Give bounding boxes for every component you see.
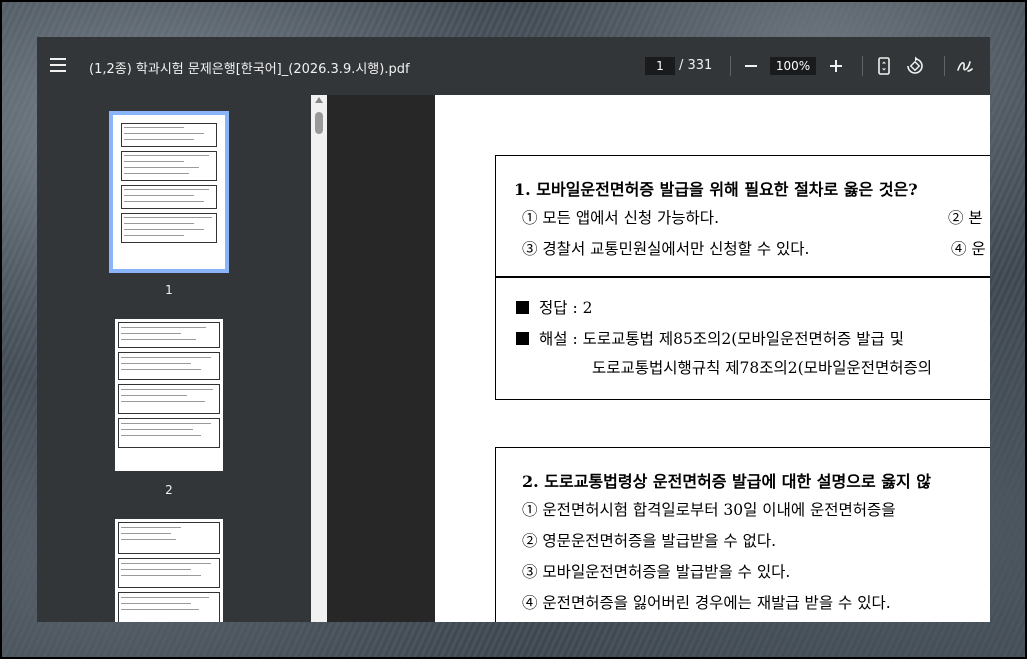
thumb-text-line: [121, 395, 187, 396]
question-2-option-2: ② 영문운전면허증을 발급받을 수 없다.: [522, 532, 777, 550]
question-1-option-2: ② 본: [948, 209, 983, 227]
thumbnail-label: 1: [165, 283, 173, 297]
thumb-text-line: [124, 223, 194, 224]
thumb-text-line: [124, 133, 204, 134]
zoom-out-icon[interactable]: [740, 55, 762, 77]
question-2-option-1: ① 운전면허시험 합격일로부터 30일 이내에 운전면허증을: [522, 501, 896, 519]
fit-page-icon[interactable]: [873, 55, 895, 77]
thumb-text-line: [124, 161, 184, 162]
thumb-text-line: [121, 575, 201, 576]
divider: [730, 56, 731, 76]
bullet-square-icon: [516, 301, 529, 314]
thumb-text-line: [121, 389, 213, 390]
thumb-text-line: [124, 229, 204, 230]
thumb-text-line: [121, 527, 181, 528]
page-thumbnail-2[interactable]: [115, 319, 223, 471]
thumb-text-line: [121, 435, 201, 436]
thumb-text-line: [121, 533, 171, 534]
thumb-text-line: [124, 173, 189, 174]
question-2-option-3: ③ 모바일운전면허증을 발급받을 수 있다.: [522, 563, 791, 581]
bullet-square-icon: [516, 332, 529, 345]
document-view: 1. 모바일운전면허증 발급을 위해 필요한 절차로 옳은 것은? ① 모든 앱…: [327, 95, 990, 622]
thumb-text-line: [121, 539, 176, 540]
thumb-text-line: [121, 369, 201, 370]
thumb-question-box: [118, 322, 220, 348]
zoom-in-icon[interactable]: [825, 55, 847, 77]
scroll-up-arrow-icon[interactable]: [315, 97, 323, 103]
question-2-title: 2. 도로교통법령상 운전면허증 발급에 대한 설명으로 옳지 않: [522, 472, 931, 491]
question-1-explanation: 해설 : 도로교통법 제85조의2(모바일운전면허증 발급 및: [516, 327, 904, 349]
thumb-text-line: [121, 597, 209, 598]
thumb-text-line: [121, 609, 199, 610]
draw-icon[interactable]: [954, 55, 976, 77]
question-1-answer: 정답 : 2: [516, 296, 592, 318]
answer-text: 정답 : 2: [539, 299, 593, 317]
zoom-input[interactable]: 100%: [770, 57, 816, 75]
divider: [944, 56, 945, 76]
pdf-viewer-window: (1,2종) 학과시험 문제은행[한국어]_(2026.3.9.시행).pdf …: [37, 37, 990, 622]
explanation-text-1: 해설 : 도로교통법 제85조의2(모바일운전면허증 발급 및: [539, 330, 904, 348]
thumb-text-line: [124, 235, 184, 236]
thumb-text-line: [121, 429, 193, 430]
thumbnail-sidebar: 1 2: [37, 95, 327, 622]
thumb-text-line: [121, 357, 211, 358]
thumb-text-line: [124, 201, 204, 202]
question-1-option-1: ① 모든 앱에서 신청 가능하다.: [522, 209, 719, 227]
divider: [496, 276, 990, 278]
page-thumbnail-3[interactable]: [115, 519, 223, 622]
thumb-text-line: [121, 603, 191, 604]
thumb-text-line: [124, 195, 194, 196]
question-1-explanation-2: 도로교통법시행규칙 제78조의2(모바일운전면허증의: [592, 359, 933, 377]
page-number-input[interactable]: 1: [645, 57, 675, 75]
document-title: (1,2종) 학과시험 문제은행[한국어]_(2026.3.9.시행).pdf: [89, 62, 410, 77]
thumb-text-line: [121, 569, 191, 570]
question-2-option-4: ④ 운전면허증을 잃어버린 경우에는 재발급 받을 수 있다.: [522, 594, 891, 612]
pdf-page: 1. 모바일운전면허증 발급을 위해 필요한 절차로 옳은 것은? ① 모든 앱…: [435, 95, 990, 622]
sidebar-scrollbar[interactable]: [311, 95, 327, 622]
question-1-option-3: ③ 경찰서 교통민원실에서만 신청할 수 있다.: [522, 240, 810, 258]
toolbar: (1,2종) 학과시험 문제은행[한국어]_(2026.3.9.시행).pdf …: [37, 37, 990, 95]
thumb-text-line: [121, 401, 205, 402]
thumb-text-line: [124, 139, 194, 140]
question-1-box: 1. 모바일운전면허증 발급을 위해 필요한 절차로 옳은 것은? ① 모든 앱…: [495, 155, 990, 400]
page-total: / 331: [679, 58, 713, 73]
thumb-text-line: [124, 127, 184, 128]
divider: [862, 56, 863, 76]
rotate-icon[interactable]: [904, 55, 926, 77]
question-1-title: 1. 모바일운전면허증 발급을 위해 필요한 절차로 옳은 것은?: [514, 180, 918, 199]
thumb-text-line: [124, 155, 209, 156]
thumb-text-line: [124, 189, 209, 190]
menu-icon[interactable]: [50, 58, 66, 72]
thumb-text-line: [121, 423, 211, 424]
thumb-text-line: [124, 217, 212, 218]
page-thumbnail-1[interactable]: [109, 111, 229, 273]
question-1-option-4: ④ 운: [951, 240, 986, 258]
thumb-text-line: [121, 339, 196, 340]
thumbnail-label: 2: [165, 483, 173, 497]
scrollbar-thumb[interactable]: [315, 112, 323, 134]
thumb-text-line: [121, 363, 191, 364]
question-2-box: 2. 도로교통법령상 운전면허증 발급에 대한 설명으로 옳지 않 ① 운전면허…: [495, 447, 990, 622]
thumb-text-line: [124, 167, 199, 168]
thumb-text-line: [121, 563, 211, 564]
thumb-text-line: [121, 327, 206, 328]
thumb-text-line: [121, 333, 181, 334]
